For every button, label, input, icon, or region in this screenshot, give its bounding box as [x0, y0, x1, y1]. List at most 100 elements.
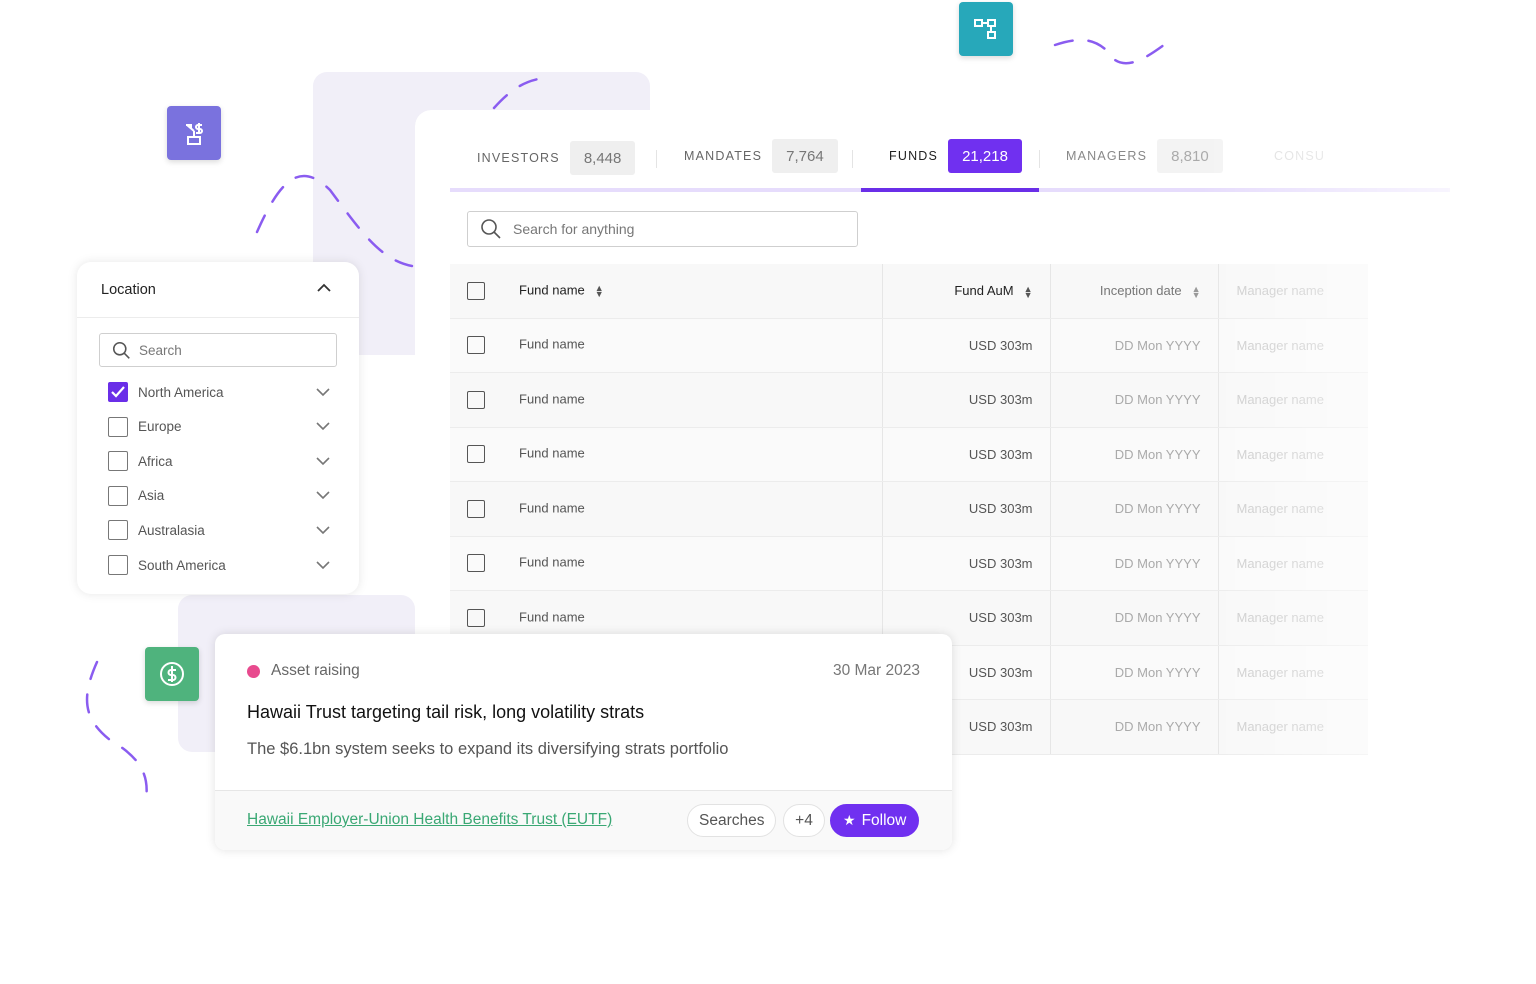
follow-button[interactable]: ★ Follow [830, 804, 920, 837]
sort-icon[interactable]: ▲ ▼ [595, 283, 604, 298]
select-all-checkbox[interactable] [467, 281, 485, 300]
manager-name: Manager name [1217, 536, 1368, 591]
sort-icon[interactable]: ▲ ▼ [1192, 284, 1201, 299]
active-tab-indicator [861, 188, 1039, 192]
manager-name: Manager name [1217, 372, 1368, 428]
row-checkbox[interactable] [467, 499, 485, 518]
option-label: North America [138, 384, 224, 400]
row-checkbox[interactable] [467, 608, 485, 627]
manager-name: Manager name [1217, 318, 1368, 373]
tab-managers[interactable]: MANAGERS 8,810 [1066, 139, 1223, 173]
status-dot [247, 665, 260, 678]
fund-aum: USD 303m [881, 372, 1050, 428]
col-inception-date[interactable]: Inception date [1100, 283, 1182, 298]
location-option[interactable]: South America [108, 555, 330, 575]
row-checkbox[interactable] [467, 336, 485, 355]
location-option[interactable]: Asia [108, 485, 330, 506]
fund-aum: USD 303m [881, 481, 1050, 537]
search-placeholder: Search for anything [513, 221, 635, 237]
divider [656, 150, 657, 168]
location-option[interactable]: Africa [108, 451, 330, 472]
search-input[interactable]: Search for anything [467, 211, 858, 247]
fund-name[interactable]: Fund name [519, 609, 585, 624]
fund-name[interactable]: Fund name [519, 500, 585, 515]
checkbox-checked[interactable] [108, 382, 128, 402]
tab-consultants[interactable]: CONSU [1274, 139, 1325, 173]
card-title[interactable]: Hawaii Trust targeting tail risk, long v… [247, 702, 644, 723]
divider [77, 317, 359, 318]
fund-name[interactable]: Fund name [519, 446, 585, 461]
checkbox[interactable] [108, 451, 128, 472]
more-tags-button[interactable]: +4 [783, 804, 825, 837]
plant-dollar-icon [167, 106, 221, 160]
card-date: 30 Mar 2023 [832, 662, 920, 679]
chevron-down-icon[interactable] [316, 422, 330, 431]
divider [1039, 150, 1040, 168]
inception-date: DD Mon YYYY [1049, 318, 1218, 373]
check-icon [111, 386, 125, 398]
search-icon [481, 219, 501, 239]
checkbox[interactable] [108, 555, 128, 575]
inception-date: DD Mon YYYY [1049, 590, 1218, 646]
sort-icon[interactable]: ▲ ▼ [1024, 284, 1033, 299]
location-option[interactable]: North America [108, 382, 330, 402]
manager-name: Manager name [1217, 481, 1368, 537]
tab-count: 7,764 [772, 139, 838, 173]
fund-name[interactable]: Fund name [519, 337, 585, 352]
card-tag: Asset raising [271, 662, 360, 679]
fund-aum: USD 303m [881, 318, 1050, 373]
search-placeholder: Search [139, 342, 182, 358]
location-option[interactable]: Europe [108, 416, 330, 437]
tab-label: MANDATES [684, 149, 763, 163]
tab-mandates[interactable]: MANDATES 7,764 [684, 139, 838, 173]
tab-label: INVESTORS [477, 151, 560, 165]
manager-name: Manager name [1217, 699, 1368, 755]
manager-name: Manager name [1217, 427, 1368, 482]
location-filter-panel: Location Search North America Europe Afric… [77, 262, 359, 594]
col-fund-aum[interactable]: Fund AuM [954, 283, 1013, 298]
chevron-down-icon[interactable] [316, 387, 330, 397]
inception-date: DD Mon YYYY [1049, 699, 1218, 755]
table-row[interactable]: Fund name USD 303mDD Mon YYYYManager name [450, 536, 1368, 591]
option-label: Europe [138, 419, 182, 435]
tab-funds[interactable]: FUNDS 21,218 [889, 139, 1022, 173]
fund-name[interactable]: Fund name [519, 391, 585, 406]
chevron-down-icon[interactable] [316, 560, 330, 570]
table-row[interactable]: Fund name USD 303mDD Mon YYYYManager name [450, 372, 1368, 428]
chevron-down-icon[interactable] [316, 526, 330, 535]
table-row[interactable]: Fund name USD 303mDD Mon YYYYManager name [450, 318, 1368, 373]
tab-label: CONSU [1274, 149, 1326, 163]
checkbox[interactable] [108, 485, 128, 506]
inception-date: DD Mon YYYY [1049, 481, 1218, 537]
table-header: Fund name ▲ ▼ Fund AuM ▲ ▼ Inception date ▲ ▼ … [450, 264, 1368, 319]
table-row[interactable]: Fund name USD 303mDD Mon YYYYManager name [450, 481, 1368, 537]
table-row[interactable]: Fund name USD 303mDD Mon YYYYManager name [450, 427, 1368, 482]
tab-count: 8,448 [569, 141, 636, 175]
checkbox[interactable] [108, 416, 128, 437]
col-fund-name[interactable]: Fund name [519, 282, 585, 297]
fund-name[interactable]: Fund name [519, 555, 585, 570]
chevron-down-icon[interactable] [316, 457, 330, 466]
inception-date: DD Mon YYYY [1049, 372, 1218, 428]
col-manager-name[interactable]: Manager name [1237, 283, 1324, 298]
location-option[interactable]: Australasia [108, 520, 330, 541]
row-checkbox[interactable] [467, 554, 485, 573]
option-label: Africa [138, 453, 173, 469]
chevron-up-icon[interactable] [317, 283, 331, 293]
tab-investors[interactable]: INVESTORS 8,448 [477, 141, 636, 175]
row-checkbox[interactable] [467, 390, 485, 409]
fund-aum: USD 303m [881, 536, 1050, 591]
news-card[interactable]: Asset raising 30 Mar 2023 Hawaii Trust t… [215, 634, 952, 850]
divider [852, 150, 853, 168]
tab-label: FUNDS [889, 149, 939, 163]
inception-date: DD Mon YYYY [1049, 427, 1218, 482]
searches-button[interactable]: Searches [687, 804, 777, 837]
inception-date: DD Mon YYYY [1049, 645, 1218, 700]
inception-date: DD Mon YYYY [1049, 536, 1218, 591]
chevron-down-icon[interactable] [316, 491, 330, 500]
row-checkbox[interactable] [467, 445, 485, 464]
location-search-input[interactable]: Search [99, 333, 337, 367]
organization-link[interactable]: Hawaii Employer-Union Health Benefits Tr… [247, 811, 612, 829]
checkbox[interactable] [108, 520, 128, 541]
manager-name: Manager name [1217, 590, 1368, 646]
